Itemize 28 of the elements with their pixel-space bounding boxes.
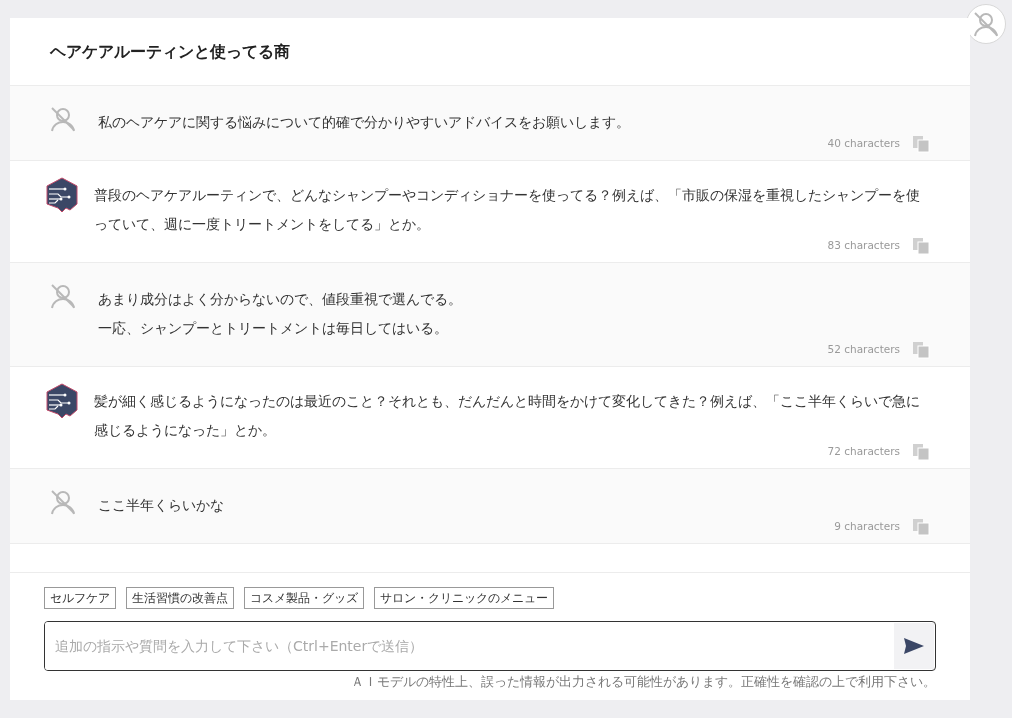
send-button[interactable] <box>894 623 934 669</box>
copy-icon[interactable] <box>912 135 930 153</box>
character-count: 40 characters <box>827 136 900 152</box>
message-text: あまり成分はよく分からないので、値段重視で選んでる。 <box>98 290 462 309</box>
disclaimer-text: ＡＩモデルの特性上、誤った情報が出力される可能性があります。正確性を確認の上で利用下さい。 <box>350 674 936 690</box>
suggestion-chip[interactable]: セルフケア <box>44 587 116 609</box>
circuit-hexagon-icon <box>46 383 78 419</box>
character-count: 83 characters <box>827 238 900 254</box>
copy-icon[interactable] <box>912 237 930 255</box>
character-count: 52 characters <box>827 342 900 358</box>
copy-icon[interactable] <box>912 518 930 536</box>
character-count: 9 characters <box>834 519 900 535</box>
suggestion-chip[interactable]: サロン・クリニックのメニュー <box>374 587 554 609</box>
profile-avatar[interactable] <box>966 4 1006 44</box>
copy-icon[interactable] <box>912 341 930 359</box>
suggestion-chip[interactable]: コスメ製品・グッズ <box>244 587 364 609</box>
copy-icon[interactable] <box>912 443 930 461</box>
message-text: ここ半年くらいかな <box>98 496 224 515</box>
message-text: 髪が細く感じるようになったのは最近のこと？それとも、だんだんと時間をかけて変化してきた？例えば、「ここ半年くらいで急に感じるようになった」とか。 <box>94 392 921 440</box>
send-icon <box>903 637 925 655</box>
message-input[interactable]: 追加の指示や質問を入力して下さい（Ctrl+Enterで送信） <box>44 621 936 671</box>
message-text: 私のヘアケアに関する悩みについて的確で分かりやすいアドバイスをお願いします。 <box>98 113 630 132</box>
message-text: 一応、シャンプーとトリートメントは毎日してはいる。 <box>98 319 449 338</box>
suggestion-chip[interactable]: 生活習慣の改善点 <box>126 587 234 609</box>
circuit-hexagon-icon <box>46 177 78 213</box>
chat-title: ヘアケアルーティンと使ってる商 <box>50 40 290 63</box>
message-text: 普段のヘアケアルーティンで、どんなシャンプーやコンディショナーを使ってる？例えば、「市販の保湿を重視したシャンプーを使っていて、週に一度トリートメントをしてる」とか。 <box>94 186 921 234</box>
character-count: 72 characters <box>827 444 900 460</box>
